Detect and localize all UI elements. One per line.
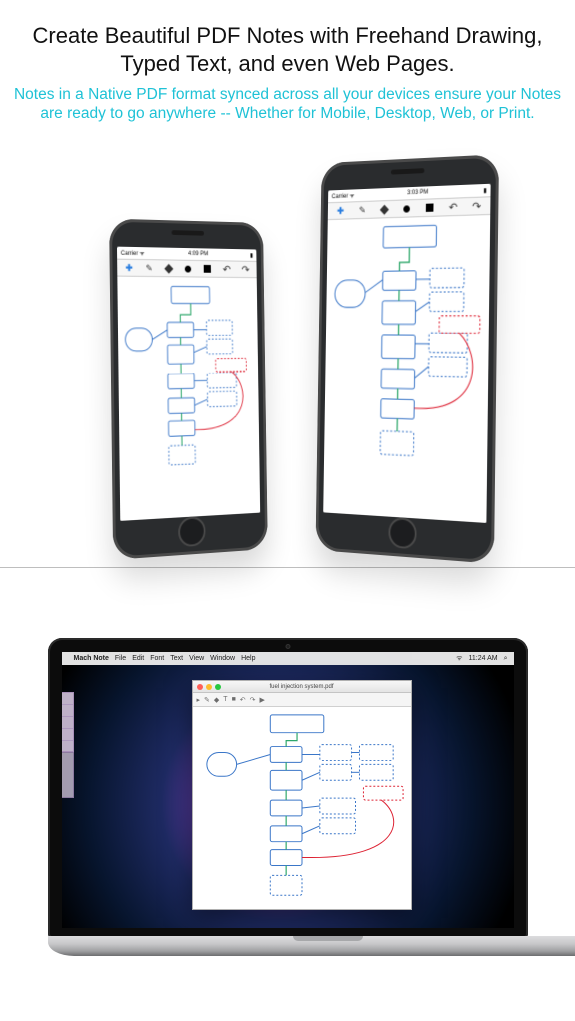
menu-window[interactable]: Window bbox=[210, 655, 235, 662]
laptop: Mach Note File Edit Font Text View Windo… bbox=[48, 638, 528, 956]
phone-right-screen: Carrier ᯤ 3:03 PM ▮ ✚ ✎ ↶ ↷ bbox=[323, 184, 491, 523]
menubar-clock[interactable]: 11:24 AM bbox=[469, 655, 498, 662]
phone-left-screen: Carrier ᯤ 4:09 PM ▮ ✚ ✎ ↶ ↷ bbox=[117, 246, 260, 520]
laptop-base bbox=[48, 936, 575, 956]
flowchart-icon bbox=[117, 276, 260, 520]
phones-stage: Carrier ᯤ 4:09 PM ▮ ✚ ✎ ↶ ↷ bbox=[0, 132, 575, 592]
desktop-wallpaper: Mach Note File Edit Font Text View Windo… bbox=[62, 652, 514, 928]
shape-icon[interactable] bbox=[164, 263, 173, 273]
window-title: fuel injection system.pdf bbox=[193, 684, 411, 690]
sidebar-panel-secondary[interactable] bbox=[62, 752, 74, 798]
add-icon[interactable]: ✚ bbox=[336, 205, 345, 215]
color-icon[interactable] bbox=[425, 202, 435, 213]
tool-pointer-icon[interactable]: ▸ bbox=[197, 696, 201, 704]
document-window: fuel injection system.pdf ▸ ✎ ◆ T ■ ↶ ↷ … bbox=[192, 680, 412, 910]
subheadline: Notes in a Native PDF format synced acro… bbox=[0, 81, 575, 124]
pen-icon[interactable]: ✎ bbox=[144, 263, 153, 273]
flowchart-icon bbox=[323, 215, 490, 523]
undo-icon[interactable]: ↶ bbox=[448, 201, 458, 212]
laptop-screen: Mach Note File Edit Font Text View Windo… bbox=[48, 638, 528, 938]
menubar-app-name[interactable]: Mach Note bbox=[74, 655, 109, 662]
tool-play-icon[interactable]: ▶ bbox=[260, 696, 265, 704]
carrier-label: Carrier ᯤ bbox=[121, 248, 145, 256]
headline: Create Beautiful PDF Notes with Freehand… bbox=[0, 0, 575, 81]
tool-text-icon[interactable]: T bbox=[223, 696, 227, 703]
tool-shape-icon[interactable]: ◆ bbox=[214, 696, 219, 704]
undo-icon[interactable]: ↶ bbox=[222, 264, 231, 274]
battery-icon: ▮ bbox=[483, 186, 486, 193]
menu-font[interactable]: Font bbox=[150, 655, 164, 662]
battery-icon: ▮ bbox=[250, 251, 253, 258]
add-icon[interactable]: ✚ bbox=[124, 262, 133, 272]
brush-size-icon[interactable] bbox=[402, 203, 411, 213]
document-canvas[interactable] bbox=[193, 707, 411, 909]
phone-left: Carrier ᯤ 4:09 PM ▮ ✚ ✎ ↶ ↷ bbox=[109, 218, 268, 559]
phone-left-toolbar: ✚ ✎ ↶ ↷ bbox=[117, 258, 257, 278]
menu-text[interactable]: Text bbox=[170, 655, 183, 662]
tool-redo-icon[interactable]: ↷ bbox=[250, 696, 256, 704]
window-titlebar[interactable]: fuel injection system.pdf bbox=[193, 681, 411, 693]
window-toolbar: ▸ ✎ ◆ T ■ ↶ ↷ ▶ bbox=[193, 693, 411, 707]
sidebar-panel[interactable] bbox=[62, 692, 74, 752]
menu-edit[interactable]: Edit bbox=[132, 655, 144, 662]
phone-right: Carrier ᯤ 3:03 PM ▮ ✚ ✎ ↶ ↷ bbox=[315, 154, 499, 564]
clock-label: 4:09 PM bbox=[188, 251, 208, 257]
webcam-icon bbox=[285, 644, 290, 649]
clock-label: 3:03 PM bbox=[407, 189, 428, 196]
menu-file[interactable]: File bbox=[115, 655, 126, 662]
pen-icon[interactable]: ✎ bbox=[358, 205, 367, 215]
reflection-line bbox=[0, 567, 575, 568]
phone-left-canvas[interactable] bbox=[117, 276, 260, 520]
shape-icon[interactable] bbox=[380, 204, 389, 214]
carrier-label: Carrier ᯤ bbox=[332, 191, 355, 200]
spotlight-icon[interactable]: ⌕ bbox=[504, 655, 508, 663]
tool-undo-icon[interactable]: ↶ bbox=[240, 696, 246, 704]
phone-right-canvas[interactable] bbox=[323, 215, 490, 523]
tool-color-icon[interactable]: ■ bbox=[232, 696, 236, 703]
flowchart-icon bbox=[193, 707, 411, 909]
redo-icon[interactable]: ↷ bbox=[472, 200, 482, 211]
menu-view[interactable]: View bbox=[189, 655, 204, 662]
mac-menubar: Mach Note File Edit Font Text View Windo… bbox=[62, 652, 514, 665]
menu-help[interactable]: Help bbox=[241, 655, 255, 662]
brush-size-icon[interactable] bbox=[184, 263, 193, 273]
redo-icon[interactable]: ↷ bbox=[241, 264, 250, 274]
wifi-icon[interactable]: ᯤ bbox=[456, 654, 462, 663]
tool-pen-icon[interactable]: ✎ bbox=[204, 696, 210, 704]
color-icon[interactable] bbox=[203, 264, 212, 274]
